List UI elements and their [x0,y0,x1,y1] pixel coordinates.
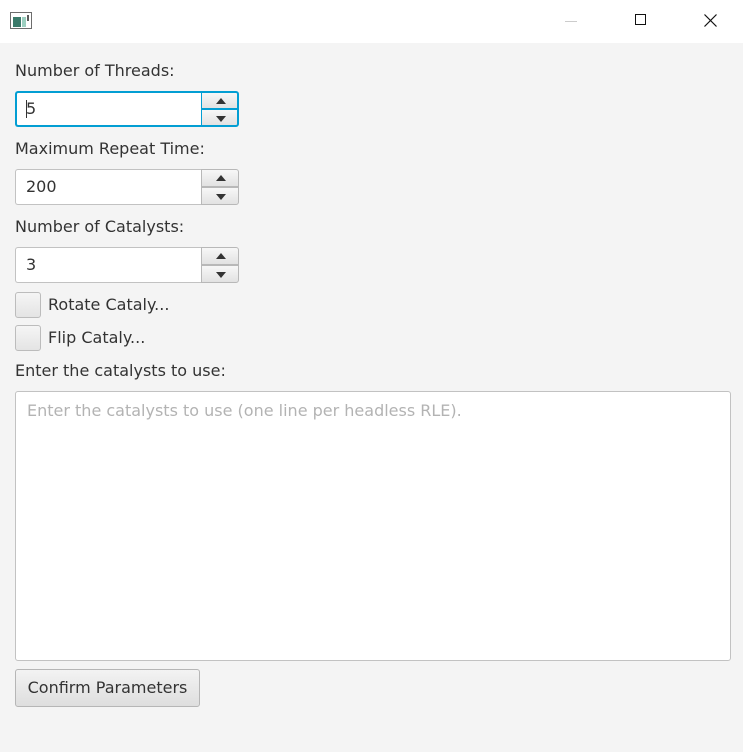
repeat-time-label: Maximum Repeat Time: [15,139,205,158]
arrow-down-icon [216,194,226,200]
threads-decrement-button[interactable] [201,109,239,127]
catalysts-count-spinner[interactable]: 3 [15,247,239,285]
rotate-checkbox[interactable] [15,292,41,318]
confirm-parameters-button[interactable]: Confirm Parameters [15,669,200,707]
arrow-up-icon [216,253,226,259]
threads-input[interactable]: 5 [15,91,201,127]
rotate-checkbox-label[interactable]: Rotate Cataly... [48,295,169,314]
close-icon [704,14,717,27]
catalysts-textarea[interactable]: Enter the catalysts to use (one line per… [15,391,731,661]
title-bar [0,0,743,43]
catalysts-placeholder: Enter the catalysts to use (one line per… [27,401,462,420]
app-window: Number of Threads: 5 Maximum Repeat Time… [0,0,743,752]
threads-value: 5 [26,99,37,118]
minimize-icon [565,21,577,22]
catalysts-count-decrement-button[interactable] [201,265,239,283]
threads-increment-button[interactable] [201,91,239,109]
text-caret [26,99,27,118]
threads-label: Number of Threads: [15,61,175,80]
maximize-icon [635,14,646,25]
repeat-time-spinner[interactable]: 200 [15,169,239,207]
arrow-up-icon [216,175,226,181]
flip-checkbox-label[interactable]: Flip Cataly... [48,328,145,347]
java-app-icon [10,12,32,29]
catalysts-count-label: Number of Catalysts: [15,217,185,236]
catalysts-count-increment-button[interactable] [201,247,239,265]
minimize-button[interactable] [536,0,606,43]
repeat-time-input[interactable]: 200 [15,169,201,205]
catalysts-count-input[interactable]: 3 [15,247,201,283]
arrow-up-icon [216,98,226,104]
maximize-button[interactable] [605,0,675,43]
arrow-down-icon [216,116,226,122]
repeat-time-decrement-button[interactable] [201,187,239,205]
flip-checkbox[interactable] [15,325,41,351]
arrow-down-icon [216,272,226,278]
catalysts-input-label: Enter the catalysts to use: [15,361,226,380]
close-button[interactable] [675,0,743,43]
repeat-time-increment-button[interactable] [201,169,239,187]
threads-spinner[interactable]: 5 [15,91,239,129]
